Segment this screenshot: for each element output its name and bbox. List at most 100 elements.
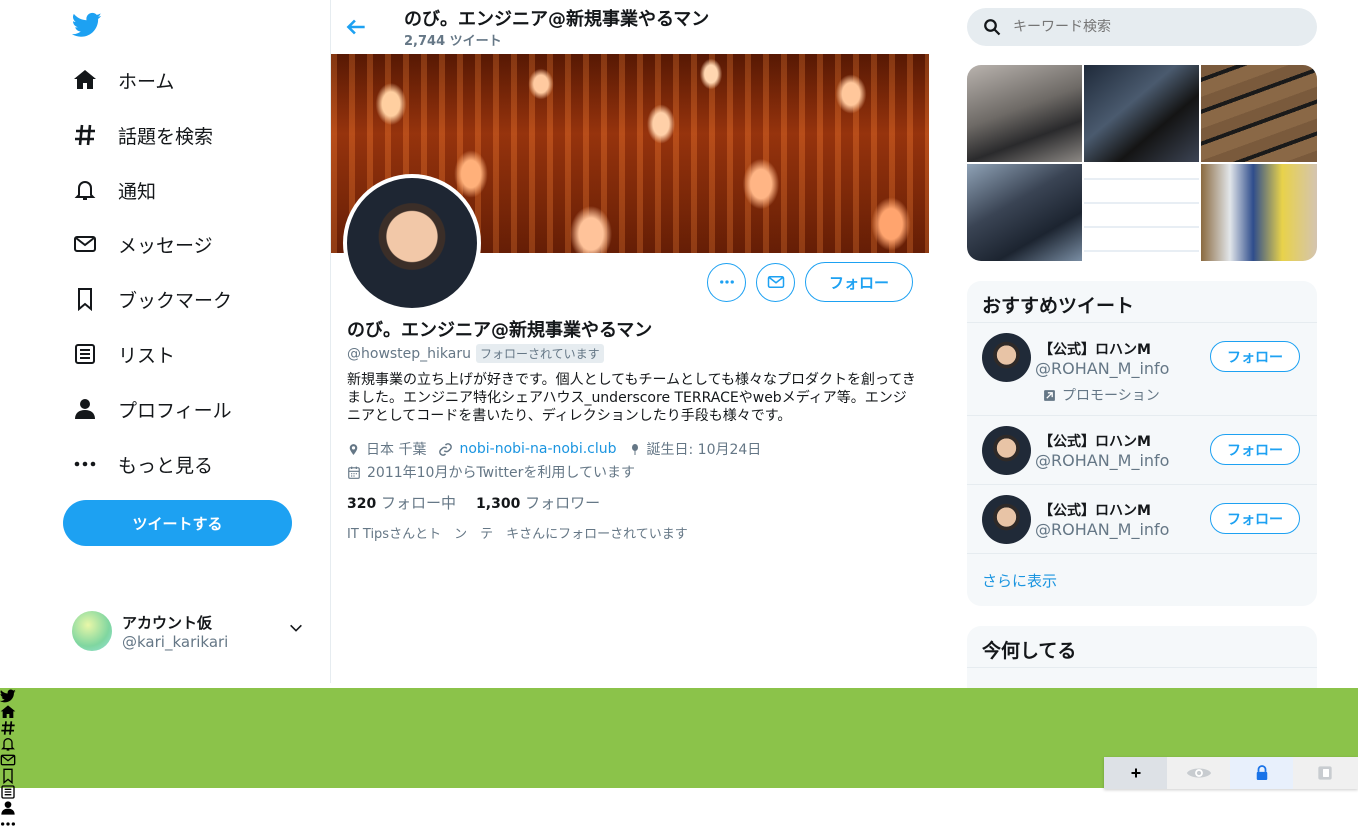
show-more-link[interactable]: さらに表示 <box>982 570 1057 591</box>
media-thumbnail[interactable] <box>967 164 1082 261</box>
nav-home-label: ホーム <box>118 70 175 93</box>
calendar-icon <box>348 466 360 479</box>
account-handle: @kari_karikari <box>122 632 229 651</box>
rec-avatar[interactable] <box>982 495 1031 544</box>
link-icon <box>439 442 453 456</box>
profile-bio: 新規事業の立ち上げが好きです。個人としてもチームとしても様々なプロダクトを創って… <box>347 372 916 424</box>
back-arrow-icon[interactable] <box>343 14 369 40</box>
bell-icon <box>70 175 100 205</box>
contrast-button[interactable] <box>1293 757 1356 789</box>
profile-joined-item: 2011年10月からTwitterを利用しています <box>347 462 635 482</box>
twitter-bird-icon[interactable] <box>71 10 102 40</box>
media-thumbnail[interactable] <box>1084 164 1199 261</box>
contrast-icon <box>1317 766 1332 780</box>
recommended-title: おすすめツイート <box>967 281 1317 323</box>
media-thumbnail[interactable] <box>967 65 1082 162</box>
rec-handle: @ROHAN_M_info <box>1035 451 1170 470</box>
media-thumbnail[interactable] <box>1201 65 1317 162</box>
more-icon <box>719 280 734 284</box>
rec-follow-button[interactable]: フォロー <box>1210 341 1300 372</box>
header-tweet-count: 2,744 ツイート <box>404 34 502 49</box>
rec-follow-button[interactable]: フォロー <box>1210 434 1300 465</box>
person-icon <box>70 394 100 424</box>
rec-follow-button[interactable]: フォロー <box>1210 503 1300 534</box>
nav-bookmarks[interactable]: ブックマーク <box>70 279 232 319</box>
nav-home[interactable]: ホーム <box>70 60 174 100</box>
header-title: のび。エンジニア@新規事業やるマン <box>404 9 710 30</box>
nav-messages[interactable]: メッセージ <box>70 224 213 264</box>
promoted-icon <box>1044 389 1055 401</box>
recommended-item[interactable]: 【公式】ロハンM @ROHAN_M_info フォロー <box>967 485 1317 554</box>
whats-happening: 今何してる <box>967 626 1317 688</box>
person-icon <box>0 800 16 816</box>
bell-icon <box>0 736 16 752</box>
hashtag-icon <box>0 720 16 736</box>
profile-actions: フォロー <box>707 262 913 302</box>
rec-avatar[interactable] <box>982 333 1031 382</box>
more-options-button[interactable] <box>707 262 746 302</box>
view-button[interactable] <box>1167 757 1230 789</box>
following-label: フォロー中 <box>381 494 457 512</box>
media-thumbnail[interactable] <box>1201 164 1317 261</box>
whats-happening-title: 今何してる <box>967 626 1317 668</box>
followers-stat[interactable]: 1,300 フォロワー <box>476 492 600 513</box>
profile-joined-text: 2011年10月からTwitterを利用しています <box>367 465 635 481</box>
balloon-icon <box>631 443 638 455</box>
nav-more[interactable]: もっと見る <box>70 444 213 484</box>
profile-handle: @howstep_hikaru <box>347 345 472 362</box>
follow-button[interactable]: フォロー <box>805 262 913 302</box>
nav-lists[interactable]: リスト <box>70 334 175 374</box>
more-icon <box>70 449 100 479</box>
followed-by-text[interactable]: IT Tipsさんとト ン テ キさんにフォローされています <box>347 523 688 542</box>
message-button[interactable] <box>756 262 795 302</box>
promotion-label: プロモーション <box>1043 385 1160 405</box>
account-avatar <box>72 611 112 651</box>
rec-handle: @ROHAN_M_info <box>1035 359 1170 378</box>
profile-avatar[interactable] <box>343 174 481 312</box>
recommended-tweets: おすすめツイート 【公式】ロハンM @ROHAN_M_info フォロー プロモ… <box>967 281 1317 606</box>
add-button[interactable] <box>1104 757 1167 789</box>
profile-header: のび。エンジニア@新規事業やるマン 2,744 ツイート <box>331 0 929 54</box>
nav-notifications[interactable]: 通知 <box>70 170 156 210</box>
following-count: 320 <box>347 496 377 512</box>
rec-handle: @ROHAN_M_info <box>1035 520 1170 539</box>
lock-button[interactable] <box>1230 757 1293 789</box>
search-bar[interactable] <box>967 8 1317 46</box>
envelope-icon <box>767 276 784 288</box>
promotion-text: プロモーション <box>1062 388 1160 404</box>
following-stat[interactable]: 320 フォロー中 <box>347 492 456 513</box>
unstyled-icon-stack <box>0 688 18 832</box>
followers-label: フォロワー <box>525 494 601 512</box>
nav-explore[interactable]: 話題を検索 <box>70 115 213 155</box>
recommended-item[interactable]: 【公式】ロハンM @ROHAN_M_info フォロー <box>967 416 1317 485</box>
search-icon <box>984 19 1001 36</box>
profile-url-text[interactable]: nobi-nobi-na-nobi.club <box>459 441 616 457</box>
profile-url[interactable]: nobi-nobi-na-nobi.club <box>438 441 617 457</box>
recommended-item[interactable]: 【公式】ロハンM @ROHAN_M_info フォロー プロモーション <box>967 323 1317 416</box>
more-icon <box>0 816 16 832</box>
rec-avatar[interactable] <box>982 426 1031 475</box>
tweet-button[interactable]: ツイートする <box>63 500 292 546</box>
left-sidebar: ホーム 話題を検索 通知 メッセージ ブックマーク リスト プロフィール もっと… <box>0 0 331 683</box>
twitter-bird-icon <box>0 688 16 704</box>
rec-name: 【公式】ロハンM <box>1039 434 1151 450</box>
extension-toolbar <box>1104 757 1358 789</box>
followers-count: 1,300 <box>476 496 521 512</box>
bookmark-icon <box>0 768 16 785</box>
profile-meta: 日本 千葉 nobi-nobi-na-nobi.club 誕生日: 10月24日 <box>347 439 773 459</box>
account-switcher[interactable]: アカウント仮 @kari_karikari <box>72 608 312 654</box>
media-thumbnail[interactable] <box>1084 65 1199 162</box>
right-sidebar: おすすめツイート 【公式】ロハンM @ROHAN_M_info フォロー プロモ… <box>967 0 1317 688</box>
bookmark-icon <box>70 284 100 314</box>
hashtag-icon <box>70 120 100 150</box>
eye-icon <box>1186 768 1211 778</box>
search-input[interactable] <box>1013 19 1293 35</box>
nav-profile[interactable]: プロフィール <box>70 389 232 429</box>
nav-notifications-label: 通知 <box>118 180 157 203</box>
profile-location-text: 日本 千葉 <box>366 442 427 458</box>
home-icon <box>70 65 100 95</box>
nav-more-label: もっと見る <box>118 454 214 477</box>
list-icon <box>70 339 100 369</box>
follows-you-badge: フォローされています <box>476 344 604 363</box>
list-icon <box>0 784 16 800</box>
